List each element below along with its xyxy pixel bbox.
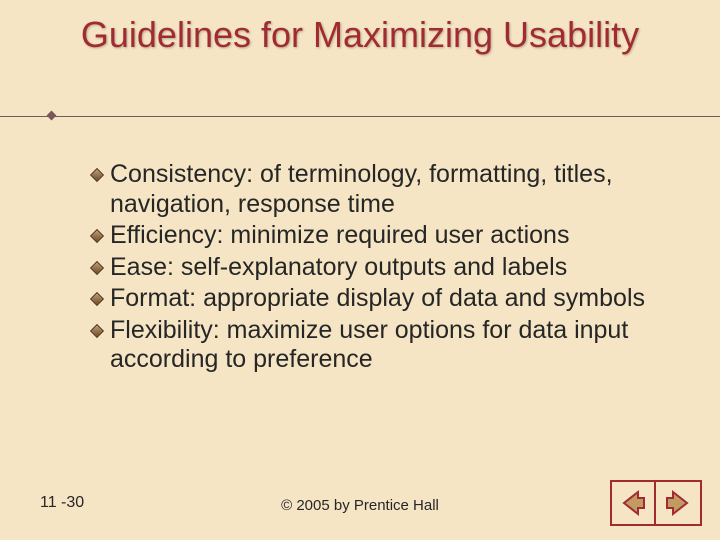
- diamond-bullet-icon: [90, 168, 104, 182]
- list-item: Consistency: of terminology, formatting,…: [90, 160, 650, 219]
- bullet-text: Consistency: of terminology, formatting,…: [110, 160, 650, 219]
- list-item: Efficiency: minimize required user actio…: [90, 221, 650, 251]
- list-item: Format: appropriate display of data and …: [90, 284, 650, 314]
- arrow-left-icon: [618, 488, 648, 518]
- list-item: Ease: self-explanatory outputs and label…: [90, 253, 650, 283]
- title-underline: [0, 116, 720, 117]
- bullet-list: Consistency: of terminology, formatting,…: [90, 160, 650, 377]
- slide: Guidelines for Maximizing Usability Cons…: [0, 0, 720, 540]
- diamond-bullet-icon: [90, 229, 104, 243]
- list-item: Flexibility: maximize user options for d…: [90, 316, 650, 375]
- diamond-bullet-icon: [90, 261, 104, 275]
- bullet-text: Ease: self-explanatory outputs and label…: [110, 253, 567, 283]
- bullet-text: Efficiency: minimize required user actio…: [110, 221, 569, 251]
- diamond-bullet-icon: [90, 292, 104, 306]
- slide-title: Guidelines for Maximizing Usability: [0, 0, 720, 55]
- bullet-text: Flexibility: maximize user options for d…: [110, 316, 650, 375]
- arrow-right-icon: [663, 488, 693, 518]
- next-button[interactable]: [656, 480, 702, 526]
- bullet-text: Format: appropriate display of data and …: [110, 284, 645, 314]
- slide-nav: [610, 480, 702, 526]
- diamond-bullet-icon: [90, 324, 104, 338]
- prev-button[interactable]: [610, 480, 656, 526]
